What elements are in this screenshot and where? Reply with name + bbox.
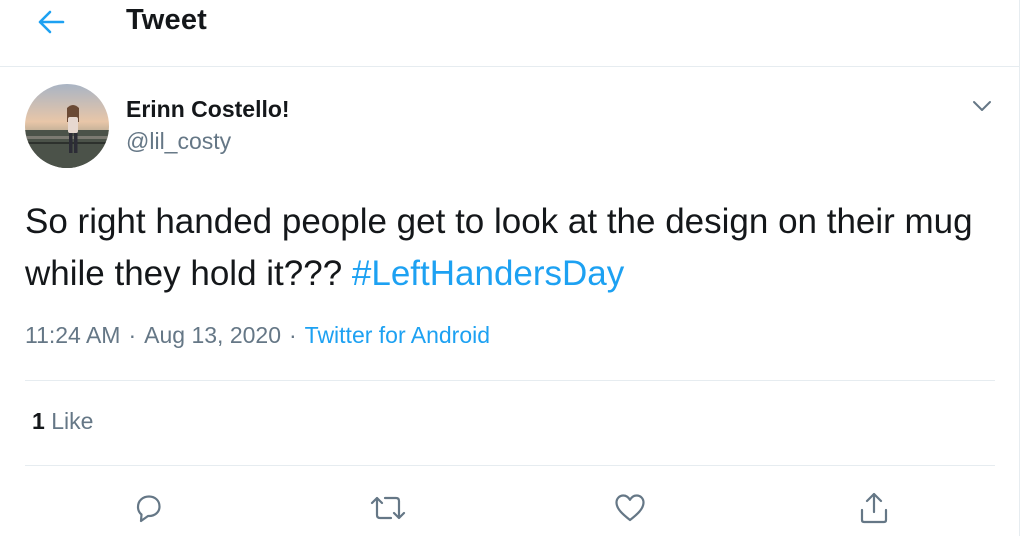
author-handle[interactable]: @lil_costy xyxy=(126,128,231,155)
heart-icon xyxy=(615,494,645,522)
column-divider xyxy=(1019,0,1020,536)
arrow-left-icon xyxy=(38,10,65,34)
tweet-time[interactable]: 11:24 AM xyxy=(25,322,120,348)
more-options-button[interactable] xyxy=(966,92,998,120)
like-count: 1 xyxy=(32,408,45,434)
page-title: Tweet xyxy=(126,4,208,36)
share-icon xyxy=(860,492,888,524)
like-label: Like xyxy=(51,408,94,434)
divider xyxy=(25,380,995,381)
tweet-metadata: 11:24 AM · Aug 13, 2020 · Twitter for Androi… xyxy=(25,322,490,349)
page-header: Tweet xyxy=(0,0,1019,67)
profile-photo xyxy=(25,84,109,168)
tweet-date[interactable]: Aug 13, 2020 xyxy=(144,322,281,348)
share-button[interactable] xyxy=(852,486,896,530)
retweet-icon xyxy=(370,496,406,520)
avatar[interactable] xyxy=(25,84,109,168)
separator-dot: · xyxy=(289,322,297,348)
hashtag-link[interactable]: #LeftHandersDay xyxy=(352,254,624,293)
reply-icon xyxy=(136,495,161,523)
chevron-down-icon xyxy=(973,101,991,111)
tweet-source-link[interactable]: Twitter for Android xyxy=(305,322,490,348)
separator-dot: · xyxy=(128,322,137,348)
retweet-button[interactable] xyxy=(366,486,410,530)
tweet-text: So right handed people get to look at th… xyxy=(25,196,985,300)
reply-button[interactable] xyxy=(126,486,170,530)
author-display-name[interactable]: Erinn Costello! xyxy=(126,96,290,123)
divider xyxy=(25,465,995,466)
likes-stat[interactable]: 1 Like xyxy=(32,408,93,435)
like-button[interactable] xyxy=(608,486,652,530)
back-button[interactable] xyxy=(28,4,74,40)
